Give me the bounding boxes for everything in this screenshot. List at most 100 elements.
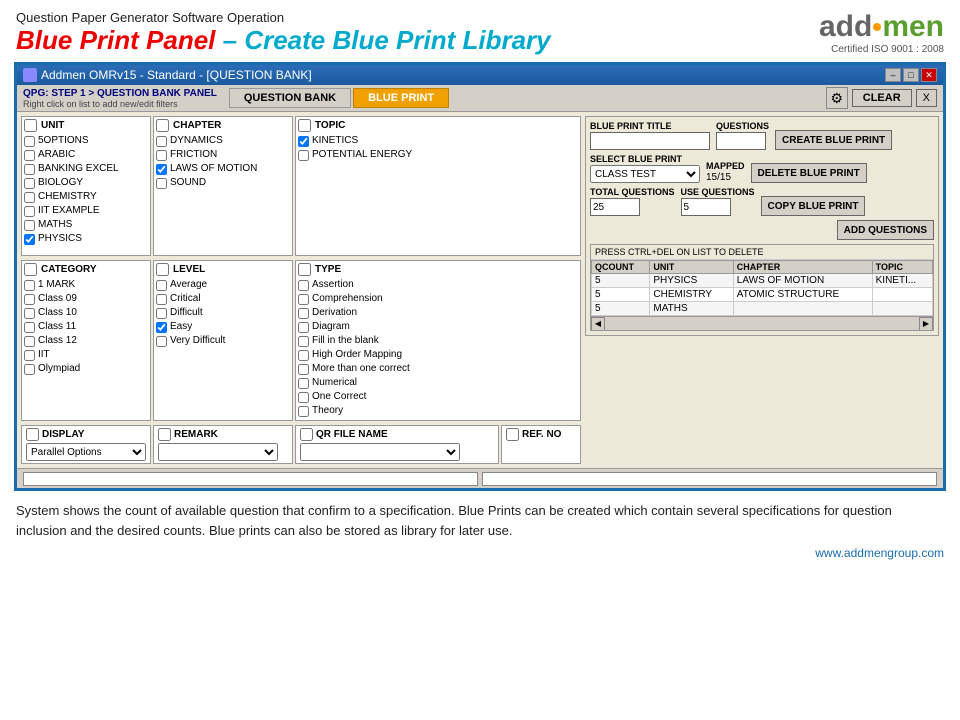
- horizontal-scrollbar[interactable]: ◀ ▶: [591, 316, 933, 330]
- col-header-chapter: CHAPTER: [733, 261, 872, 274]
- total-q-input[interactable]: [590, 198, 640, 216]
- cell-qcount: 5: [592, 302, 650, 316]
- ref-checkbox[interactable]: [506, 428, 519, 441]
- title-blue: Create Blue Print Library: [244, 25, 550, 55]
- main-content: UNIT 5OPTIONS ARABIC BANKING EXCEL BIOLO…: [17, 112, 943, 468]
- display-select[interactable]: Parallel Options: [26, 443, 146, 461]
- list-item: Difficult: [156, 306, 290, 320]
- cell-unit: PHYSICS: [650, 274, 733, 288]
- ref-column: REF. NO: [501, 425, 581, 464]
- category-checkbox[interactable]: [24, 263, 37, 276]
- select-bp-dropdown[interactable]: CLASS TEST: [590, 165, 700, 183]
- header-subtitle: Question Paper Generator Software Operat…: [16, 10, 551, 25]
- titlebar-left: Addmen OMRv15 - Standard - [QUESTION BAN…: [23, 68, 312, 82]
- remark-header: REMARK: [158, 428, 288, 441]
- win-controls[interactable]: – □ ✕: [885, 68, 937, 82]
- logo-cert: Certified ISO 9001 : 2008: [831, 44, 944, 55]
- use-q-field: USE QUESTIONS: [681, 187, 755, 216]
- bp-row-4: ADD QUESTIONS: [590, 220, 934, 240]
- logo-brand: addmen: [819, 10, 944, 44]
- list-item: Critical: [156, 292, 290, 306]
- level-list: Average Critical Difficult Easy Very Dif…: [156, 278, 290, 348]
- cell-topic: KINETI...: [872, 274, 932, 288]
- bp-table-label: PRESS CTRL+DEL ON LIST TO DELETE: [591, 245, 933, 260]
- type-header: TYPE: [298, 263, 578, 276]
- display-checkbox[interactable]: [26, 428, 39, 441]
- questions-input[interactable]: [716, 132, 766, 150]
- bottom-footer: www.addmengroup.com: [0, 546, 960, 566]
- window-title: Addmen OMRv15 - Standard - [QUESTION BAN…: [41, 68, 312, 82]
- cell-topic: [872, 302, 932, 316]
- table-scroll-area[interactable]: QCOUNT UNIT CHAPTER TOPIC 5 PHYSICS: [591, 260, 933, 316]
- gear-icon[interactable]: ⚙: [826, 87, 848, 109]
- questions-field: QUESTIONS: [716, 121, 769, 150]
- list-item: DYNAMICS: [156, 134, 290, 148]
- list-item: FRICTION: [156, 148, 290, 162]
- delete-bp-button[interactable]: DELETE BLUE PRINT: [751, 163, 867, 183]
- create-bp-button[interactable]: CREATE BLUE PRINT: [775, 130, 892, 150]
- type-list: Assertion Comprehension Derivation Diagr…: [298, 278, 578, 418]
- list-item: Class 11: [24, 320, 148, 334]
- table-row: 5 CHEMISTRY ATOMIC STRUCTURE: [592, 288, 933, 302]
- add-questions-button[interactable]: ADD QUESTIONS: [837, 220, 934, 240]
- list-item: PHYSICS: [24, 232, 148, 246]
- logo-container: addmen Certified ISO 9001 : 2008: [819, 10, 944, 55]
- bp-row-1: BLUE PRINT TITLE QUESTIONS CREATE BLUE P…: [590, 121, 934, 150]
- type-column: TYPE Assertion Comprehension Derivation …: [295, 260, 581, 421]
- level-header: LEVEL: [156, 263, 290, 276]
- type-checkbox[interactable]: [298, 263, 311, 276]
- remark-column: REMARK: [153, 425, 293, 464]
- chapter-list: DYNAMICS FRICTION LAWS OF MOTION SOUND: [156, 134, 290, 190]
- mapped-value: 15/15: [706, 172, 745, 183]
- list-item: Assertion: [298, 278, 578, 292]
- list-item: Class 09: [24, 292, 148, 306]
- level-label: LEVEL: [173, 264, 205, 275]
- x-button[interactable]: X: [916, 89, 937, 107]
- list-item: Easy: [156, 320, 290, 334]
- display-column: DISPLAY Parallel Options: [21, 425, 151, 464]
- topic-checkbox[interactable]: [298, 119, 311, 132]
- list-item: Average: [156, 278, 290, 292]
- scroll-left-arrow[interactable]: ◀: [591, 317, 605, 331]
- level-checkbox[interactable]: [156, 263, 169, 276]
- unit-header: UNIT: [24, 119, 148, 132]
- status-field: [23, 472, 478, 486]
- maximize-button[interactable]: □: [903, 68, 919, 82]
- tab-question-bank[interactable]: QUESTION BANK: [229, 88, 351, 108]
- filter-row-top: UNIT 5OPTIONS ARABIC BANKING EXCEL BIOLO…: [21, 116, 581, 256]
- bp-title-input[interactable]: [590, 132, 710, 150]
- unit-checkbox[interactable]: [24, 119, 37, 132]
- chapter-checkbox[interactable]: [156, 119, 169, 132]
- remark-checkbox[interactable]: [158, 428, 171, 441]
- minimize-button[interactable]: –: [885, 68, 901, 82]
- use-q-input[interactable]: [681, 198, 731, 216]
- copy-bp-button[interactable]: COPY BLUE PRINT: [761, 196, 866, 216]
- close-button[interactable]: ✕: [921, 68, 937, 82]
- filter-panel: UNIT 5OPTIONS ARABIC BANKING EXCEL BIOLO…: [21, 116, 581, 464]
- list-item: Fill in the blank: [298, 334, 578, 348]
- list-item: Diagram: [298, 320, 578, 334]
- cell-chapter: [733, 302, 872, 316]
- header: Question Paper Generator Software Operat…: [0, 0, 960, 62]
- bp-row-2: SELECT BLUE PRINT CLASS TEST MAPPED 15/1…: [590, 154, 934, 183]
- qr-column: QR FILE NAME: [295, 425, 499, 464]
- list-item: IIT EXAMPLE: [24, 204, 148, 218]
- breadcrumb-label: QPG: STEP 1 > QUESTION BANK PANEL: [23, 88, 217, 99]
- level-column: LEVEL Average Critical Difficult Easy Ve…: [153, 260, 293, 421]
- list-item: ARABIC: [24, 148, 148, 162]
- logo-dot: [873, 23, 881, 31]
- qr-select[interactable]: [300, 443, 460, 461]
- select-bp-label: SELECT BLUE PRINT: [590, 154, 700, 164]
- cell-chapter: ATOMIC STRUCTURE: [733, 288, 872, 302]
- cell-chapter: LAWS OF MOTION: [733, 274, 872, 288]
- use-q-label: USE QUESTIONS: [681, 187, 755, 197]
- list-item: POTENTIAL ENERGY: [298, 148, 578, 162]
- clear-button[interactable]: CLEAR: [852, 89, 912, 107]
- qr-checkbox[interactable]: [300, 428, 313, 441]
- breadcrumb-sub: Right click on list to add new/edit filt…: [23, 99, 217, 109]
- tab-buttons: QUESTION BANK BLUE PRINT: [229, 88, 449, 108]
- select-bp-field: SELECT BLUE PRINT CLASS TEST: [590, 154, 700, 183]
- tab-blue-print[interactable]: BLUE PRINT: [353, 88, 449, 108]
- remark-select[interactable]: [158, 443, 278, 461]
- scroll-right-arrow[interactable]: ▶: [919, 317, 933, 331]
